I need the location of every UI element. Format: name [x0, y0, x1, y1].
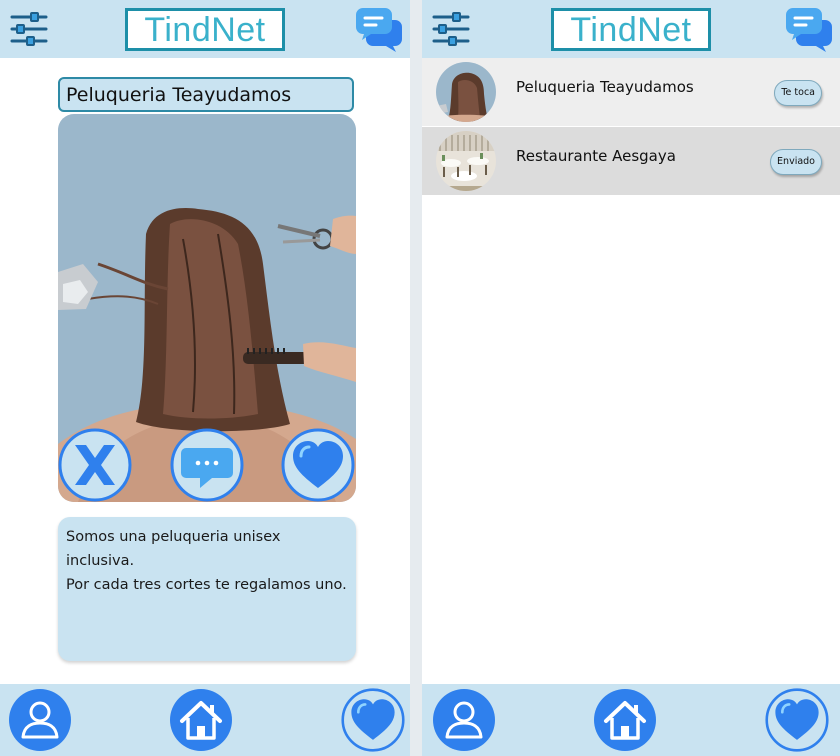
- match-status-button[interactable]: Te toca: [774, 80, 822, 106]
- reject-button[interactable]: [58, 428, 132, 502]
- filter-sliders-icon[interactable]: [9, 9, 49, 49]
- home-icon: [169, 688, 233, 752]
- message-bubble-icon: [170, 428, 244, 502]
- home-icon: [593, 688, 657, 752]
- profile-description: Somos una peluqueria unisex inclusiva. P…: [58, 517, 356, 661]
- match-list-item[interactable]: Peluqueria Teayudamos Te toca: [422, 58, 840, 126]
- chat-bubbles-icon[interactable]: [355, 6, 403, 52]
- chat-bubbles-icon[interactable]: [785, 6, 833, 52]
- nav-profile-button[interactable]: [8, 688, 72, 752]
- top-bar: TindNet: [422, 0, 840, 58]
- nav-matches-button[interactable]: [341, 688, 405, 752]
- bottom-nav: [0, 684, 410, 756]
- match-name: Restaurante Aesgaya: [516, 147, 676, 165]
- description-line: Por cada tres cortes te regalamos uno.: [66, 577, 347, 593]
- like-button[interactable]: [281, 428, 355, 502]
- bottom-nav: [422, 684, 840, 756]
- match-status-button[interactable]: Enviado: [770, 149, 822, 175]
- heart-icon: [341, 688, 405, 752]
- heart-icon: [281, 428, 355, 502]
- match-list-item[interactable]: Restaurante Aesgaya Enviado: [422, 127, 840, 195]
- app-logo: TindNet: [551, 8, 711, 51]
- logo-text: TindNet: [144, 10, 266, 49]
- logo-text: TindNet: [570, 10, 692, 49]
- profile-name: Peluqueria Teayudamos: [58, 77, 354, 112]
- app-logo: TindNet: [125, 8, 285, 51]
- filter-sliders-icon[interactable]: [431, 9, 471, 49]
- nav-home-button[interactable]: [169, 688, 233, 752]
- nav-home-button[interactable]: [593, 688, 657, 752]
- x-reject-icon: [58, 428, 132, 502]
- description-line: Somos una peluqueria unisex inclusiva.: [66, 529, 281, 569]
- hair-salon-avatar: [436, 62, 496, 122]
- user-profile-icon: [8, 688, 72, 752]
- top-bar: TindNet: [0, 0, 410, 58]
- user-profile-icon: [432, 688, 496, 752]
- swipe-screen: TindNet Peluqueria Teayudamos Somos una …: [0, 0, 410, 756]
- nav-profile-button[interactable]: [432, 688, 496, 752]
- heart-icon: [765, 688, 829, 752]
- restaurant-avatar: [436, 131, 496, 191]
- screen-divider: [410, 0, 422, 756]
- nav-matches-button[interactable]: [765, 688, 829, 752]
- matches-screen: TindNet Peluqueria Teayudamos Te toca Re…: [422, 0, 840, 756]
- message-button[interactable]: [170, 428, 244, 502]
- match-name: Peluqueria Teayudamos: [516, 78, 694, 96]
